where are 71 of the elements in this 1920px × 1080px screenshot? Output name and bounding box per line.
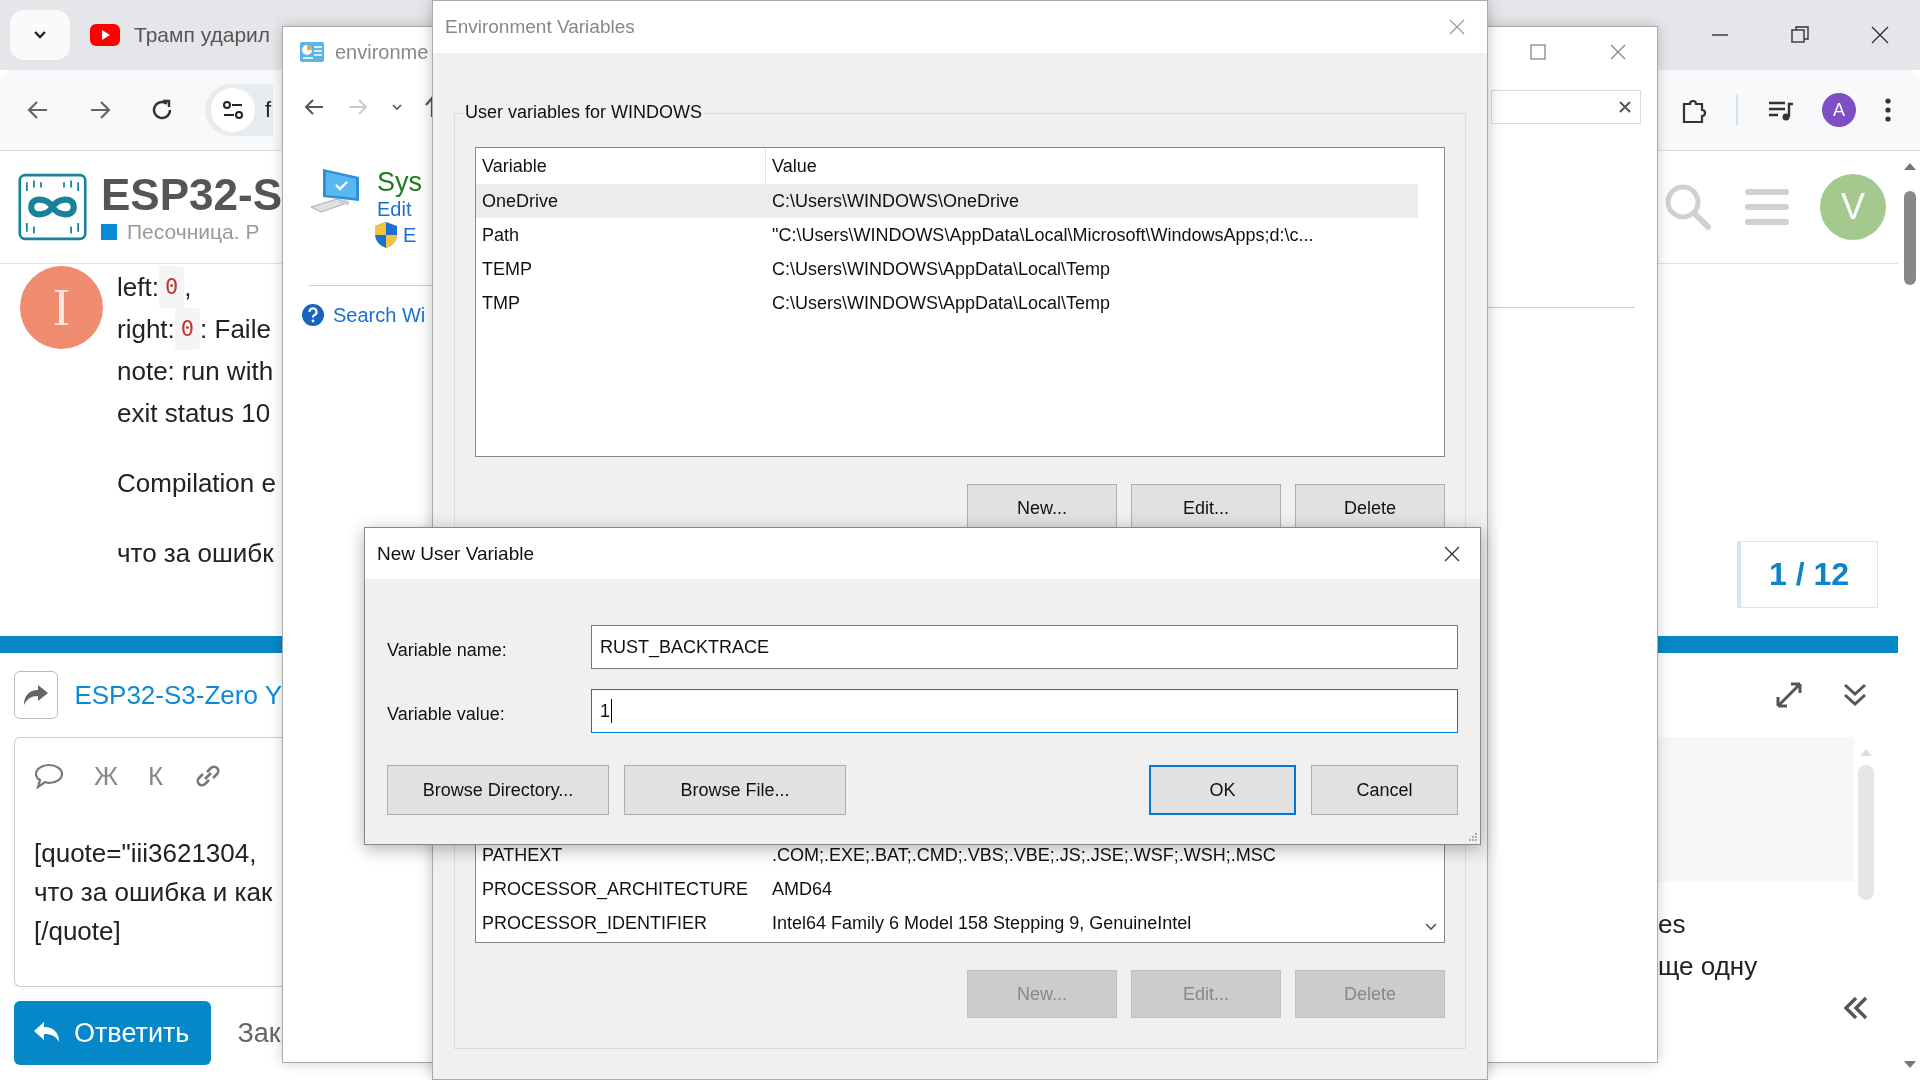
post-text: exit status 10	[117, 397, 272, 430]
text-field[interactable]: 1	[591, 689, 1458, 733]
inline-code: 0	[158, 266, 185, 308]
scroll-up-icon[interactable]	[1903, 161, 1917, 171]
clear-icon[interactable]	[1618, 100, 1632, 114]
resize-grip-icon[interactable]	[1468, 832, 1478, 842]
dialog-button[interactable]: Browse File...	[624, 765, 846, 815]
side-text: ще одну	[1658, 950, 1758, 983]
post-text: ,	[184, 271, 192, 304]
editor-text: [quote="iii3621304,	[34, 837, 258, 870]
post-text: что за ошибк	[117, 537, 275, 570]
column-header[interactable]: Value	[766, 155, 817, 177]
share-button[interactable]	[14, 671, 59, 719]
dialog-button[interactable]: Cancel	[1311, 765, 1458, 815]
help-icon	[301, 303, 325, 327]
dialog-button[interactable]: Browse Directory...	[387, 765, 609, 815]
double-chevron-left-icon[interactable]	[1842, 995, 1870, 1021]
expand-icon[interactable]	[1774, 680, 1804, 710]
editor-text: [/quote]	[34, 915, 122, 948]
scrollbar-thumb[interactable]	[1904, 191, 1916, 285]
control-panel-icon	[299, 41, 325, 63]
format-button[interactable]: Ж	[94, 760, 118, 792]
post-text: Compilation e	[117, 467, 276, 500]
site-settings-icon[interactable]	[211, 88, 255, 132]
dialog-title: Environment Variables	[445, 16, 635, 38]
text-field[interactable]: RUST_BACKTRACE	[591, 625, 1458, 669]
list-row[interactable]: PROCESSOR_ARCHITECTURE AMD64	[476, 872, 1418, 906]
topic-link[interactable]: ESP32-S3-Zero Y	[74, 679, 282, 711]
close-icon[interactable]	[1870, 25, 1890, 45]
chevron-down-icon[interactable]	[391, 102, 403, 112]
settings-link[interactable]: Edit	[377, 198, 422, 221]
post-text: note: run with	[117, 355, 275, 388]
scrollbar-thumb[interactable]	[1858, 765, 1874, 900]
address-bar[interactable]: f	[205, 84, 274, 136]
settings-link[interactable]: E	[403, 223, 417, 247]
field-label: Variable value:	[387, 703, 506, 725]
reply-button[interactable]: Ответить	[14, 1001, 212, 1065]
list-row[interactable]: OneDrive C:\Users\WINDOWS\OneDrive	[476, 184, 1418, 218]
window-title: environme	[335, 40, 429, 64]
list-row[interactable]: Path "C:\Users\WINDOWS\AppData\Local\Microsoft\WindowsApps;d:\c...	[476, 218, 1418, 252]
list-row[interactable]: TEMP C:\Users\WINDOWS\AppData\Local\Temp	[476, 252, 1418, 286]
post-counter[interactable]: 1 / 12	[1736, 541, 1878, 608]
help-link[interactable]: Search Wi	[333, 303, 426, 327]
section-heading: Sys	[377, 167, 422, 198]
search-field[interactable]	[1491, 90, 1641, 124]
scroll-down-icon[interactable]	[1903, 1060, 1917, 1070]
profile-avatar[interactable]: A	[1822, 93, 1856, 127]
list-row[interactable]: PROCESSOR_IDENTIFIER Intel64 Family 6 Model 158 Stepping 9, GenuineIntel	[476, 906, 1418, 940]
dialog-button[interactable]: OK	[1149, 765, 1296, 815]
play-logo-icon	[90, 24, 120, 46]
back-icon[interactable]	[303, 97, 325, 117]
dialog-title: New User Variable	[377, 542, 534, 565]
list-row[interactable]: TMP C:\Users\WINDOWS\AppData\Local\Temp	[476, 286, 1418, 320]
site-title[interactable]: ESP32-S	[101, 170, 282, 220]
close-link[interactable]: Зак	[237, 1017, 281, 1049]
format-button[interactable]: К	[148, 760, 164, 792]
close-icon[interactable]	[1444, 545, 1460, 562]
scroll-down-icon[interactable]	[1424, 922, 1438, 932]
editor-text: что за ошибка и как	[34, 876, 274, 909]
browser-tab[interactable]: Трамп ударил	[84, 19, 277, 51]
category-square-icon	[101, 224, 117, 240]
menu-icon[interactable]	[1884, 97, 1892, 123]
speech-bubble-icon[interactable]	[34, 763, 64, 789]
post-text: : Faile	[200, 313, 271, 346]
field-label: Variable name:	[387, 639, 508, 661]
post-text: right:	[117, 313, 175, 346]
shield-icon	[373, 221, 399, 249]
restore-icon[interactable]	[1790, 25, 1810, 45]
post-text: left:	[117, 271, 159, 304]
inline-code: 0	[174, 308, 201, 350]
side-text: es	[1658, 908, 1686, 941]
